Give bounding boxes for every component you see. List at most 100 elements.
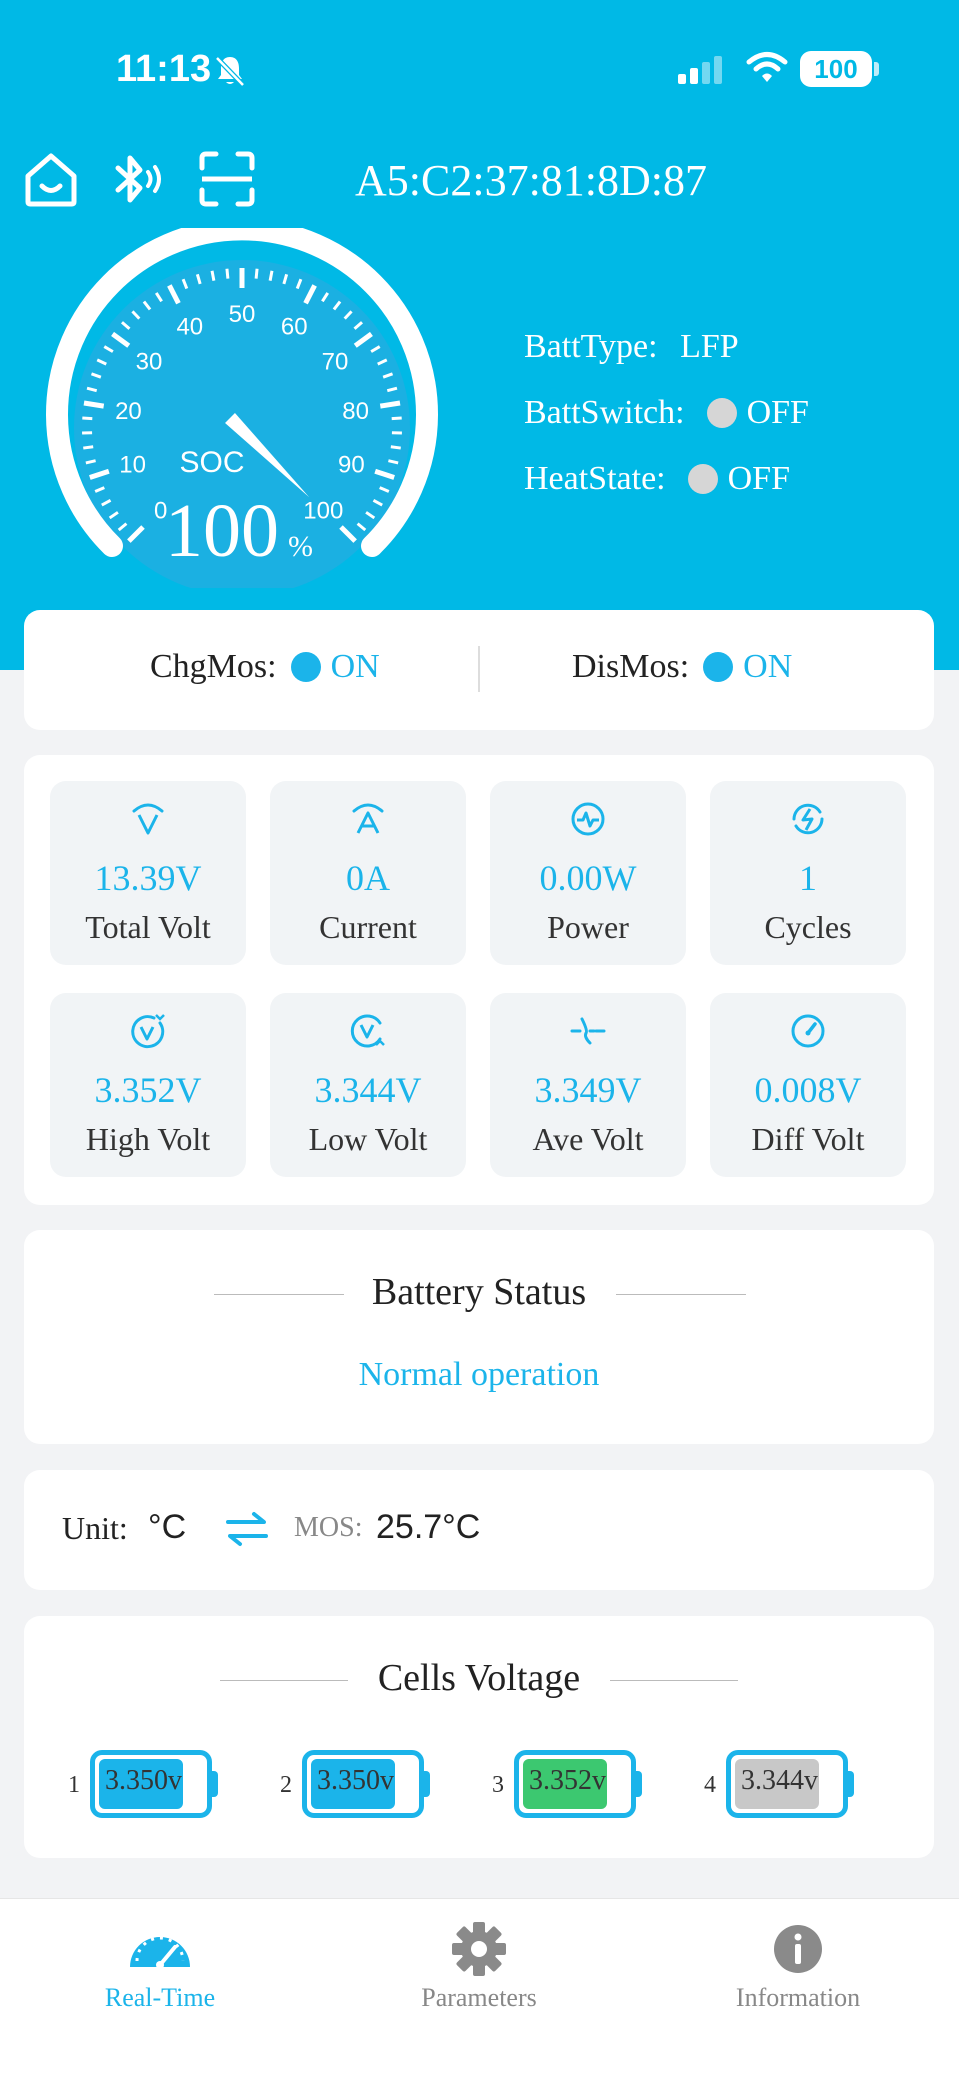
cell-battery: 3.352v [514, 1750, 636, 1818]
dis-mos-label: DisMos: [572, 648, 690, 685]
stat-tile-diff-volt: 0.008V Diff Volt [710, 993, 906, 1177]
status-battery: 100 [800, 51, 872, 87]
cell-battery: 3.350v [90, 1750, 212, 1818]
gauge-tick [225, 268, 230, 279]
cycles-icon [792, 803, 824, 835]
info-icon [774, 1925, 822, 1973]
stat-tile-power: 0.00W Power [490, 781, 686, 965]
stat-value: 3.349V [534, 1070, 642, 1110]
gauge-tick-label: 20 [115, 398, 142, 425]
scan-icon[interactable] [196, 148, 258, 210]
tab-information[interactable]: Information [638, 1899, 958, 2084]
stat-label: Low Volt [308, 1121, 428, 1157]
soc-label: SOC [179, 446, 244, 479]
cell-index: 1 [68, 1772, 80, 1798]
mos-temp-value: 25.7°C [376, 1508, 481, 1546]
gauge-tick-label: 80 [342, 398, 369, 425]
stat-label: High Volt [85, 1121, 211, 1157]
wifi-icon [746, 52, 788, 82]
gauge-tick [83, 400, 105, 409]
batt-type-label: BattType: [524, 328, 658, 365]
gear-icon [452, 1922, 506, 1976]
home-icon[interactable] [20, 148, 82, 210]
bluetooth-icon[interactable] [106, 148, 168, 210]
stat-tile-cycles: 1 Cycles [710, 781, 906, 965]
cell-tip [847, 1771, 854, 1797]
batt-switch-indicator [706, 398, 737, 428]
status-battery-tip [874, 62, 879, 76]
cell-voltage: 3.350v [317, 1765, 394, 1796]
batt-switch-label: BattSwitch: [524, 394, 685, 431]
cell-battery: 3.350v [302, 1750, 424, 1818]
stat-value: 1 [799, 858, 817, 898]
gauge-tick [210, 270, 216, 281]
cell-voltage: 3.344v [741, 1765, 818, 1796]
mos-divider [478, 646, 480, 692]
stat-value: 3.344V [314, 1070, 422, 1110]
cell-index: 3 [492, 1772, 504, 1798]
tab-label: Parameters [421, 1983, 537, 2012]
soc-value: 100 [165, 489, 279, 573]
high-volt-icon [131, 1014, 165, 1049]
title-rule-right [616, 1294, 746, 1295]
cell-index: 4 [704, 1772, 716, 1798]
unit-label: Unit: [62, 1510, 128, 1546]
gauge-tick [268, 270, 274, 281]
tab-real-time[interactable]: Real-Time [0, 1899, 320, 2084]
stat-label: Diff Volt [751, 1121, 865, 1157]
cell-index: 2 [280, 1772, 292, 1798]
mos-temp-label: MOS: [294, 1512, 363, 1543]
soc-unit: % [288, 530, 313, 563]
battery-status-card: Battery Status Normal operation [24, 1230, 934, 1444]
stat-value: 0.00W [539, 858, 637, 898]
stat-label: Total Volt [85, 909, 211, 945]
low-volt-icon [350, 1014, 385, 1048]
tab-label: Real-Time [104, 1983, 216, 2012]
stat-tile-ave-volt: 3.349V Ave Volt [490, 993, 686, 1177]
cell-tip [211, 1771, 218, 1797]
chg-mos-label: ChgMos: [150, 648, 277, 685]
unit-value: °C [148, 1508, 187, 1546]
gauge-tick-label: 100 [303, 497, 343, 524]
stat-tile-high-volt: 3.352V High Volt [50, 993, 246, 1177]
battery-status-title: Battery Status [371, 1271, 587, 1313]
stat-label: Power [547, 909, 629, 945]
stat-label: Cycles [764, 909, 852, 945]
stat-tile-low-volt: 3.344V Low Volt [270, 993, 466, 1177]
chg-mos-value: ON [330, 648, 380, 685]
current-icon [352, 803, 384, 834]
gauge-tick-label: 90 [338, 452, 365, 479]
heat-state-label: HeatState: [524, 460, 666, 497]
gauge-tick [379, 400, 401, 409]
stat-value: 0.008V [754, 1070, 862, 1110]
heat-state-value: OFF [727, 460, 790, 497]
tab-parameters[interactable]: Parameters [319, 1899, 639, 2084]
dis-mos[interactable]: DisMos: ON [572, 648, 792, 686]
battery-status-text: Normal operation [358, 1356, 600, 1393]
heat-state-indicator [687, 464, 718, 494]
stats-card: 13.39V Total Volt 0A Current 0.00W Power… [24, 755, 934, 1205]
batt-type-row: BattType: LFP [524, 328, 739, 366]
status-time: 11:13 [116, 48, 212, 90]
stat-value: 0A [346, 858, 390, 898]
stat-tile-current: 0A Current [270, 781, 466, 965]
tab-label: Information [735, 1983, 861, 2012]
stat-tile-total-volt: 13.39V Total Volt [50, 781, 246, 965]
cellular-signal-icon [678, 56, 722, 84]
gauge-tick [85, 459, 96, 465]
bell-muted-icon [215, 56, 245, 87]
speedometer-icon [130, 1936, 190, 1969]
gauge-tick-label: 50 [229, 301, 256, 328]
cells-voltage-card: Cells Voltage 1 3.350v 2 3.350v 3 3.352v… [24, 1616, 934, 1858]
cell-voltage: 3.350v [105, 1765, 182, 1796]
gauge-tick-label: 40 [176, 314, 203, 341]
chg-mos[interactable]: ChgMos: ON [150, 648, 380, 686]
gauge-tick-label: 10 [119, 452, 146, 479]
ave-volt-icon [570, 1017, 606, 1045]
power-icon [571, 802, 605, 836]
heat-state-row: HeatState: OFF [524, 460, 790, 498]
stat-label: Ave Volt [532, 1121, 644, 1157]
batt-type-value: LFP [680, 328, 739, 365]
swap-unit-icon[interactable] [224, 1508, 270, 1550]
cell-tip [635, 1771, 642, 1797]
